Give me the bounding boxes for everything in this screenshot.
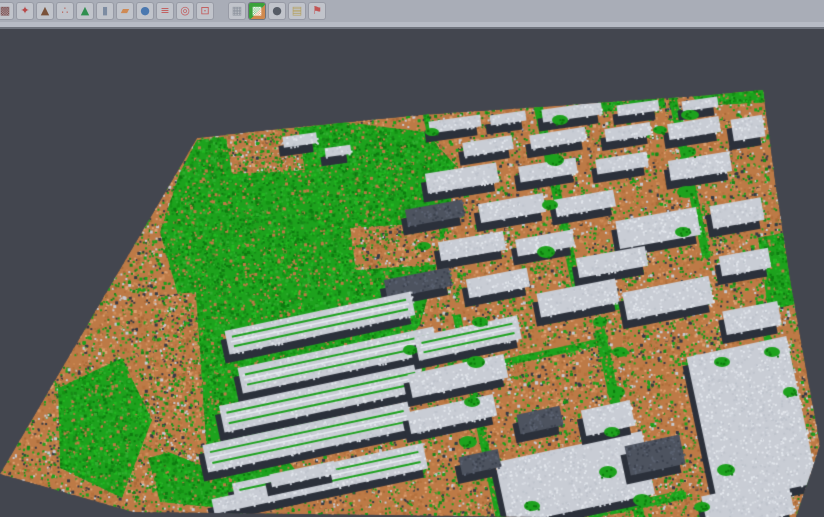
measure-area-icon[interactable]: ▤ [289, 3, 305, 19]
classification-display-icon[interactable]: ▩ [249, 3, 265, 19]
classify-points-icon[interactable]: ✦ [17, 3, 33, 19]
classify-points-glyph: ✦ [20, 4, 29, 17]
point-cloud-icon[interactable]: ▩ [0, 3, 13, 19]
circle-select-glyph: ◎ [180, 4, 190, 17]
classification-display-glyph: ▩ [252, 4, 262, 17]
scatter-points-icon[interactable]: ∴ [57, 3, 73, 19]
filter-grid-icon[interactable]: ▦ [229, 3, 245, 19]
flag-marker-glyph: ⚑ [312, 4, 322, 17]
globe-view-icon[interactable]: ● [137, 3, 153, 19]
point-cloud-glyph: ▩ [0, 4, 10, 17]
render-sphere-glyph: ● [272, 4, 282, 17]
profile-tool-icon[interactable]: ≡ [157, 3, 173, 19]
ortho-image-icon[interactable]: ▰ [117, 3, 133, 19]
scatter-points-glyph: ∴ [62, 4, 69, 17]
globe-view-glyph: ● [140, 4, 150, 17]
rect-select-glyph: ⊡ [200, 4, 209, 17]
render-sphere-icon[interactable]: ● [269, 3, 285, 19]
surface-model-icon[interactable]: ▲ [77, 3, 93, 19]
side-panel-icon[interactable]: ▮ [97, 3, 113, 19]
side-panel-glyph: ▮ [102, 4, 108, 17]
filter-grid-glyph: ▦ [232, 4, 242, 17]
circle-select-icon[interactable]: ◎ [177, 3, 193, 19]
terrain-model-icon[interactable]: ▲ [37, 3, 53, 19]
main-toolbar: ▩ ✦ ▲ ∴ ▲ ▮ ▰ ● ≡ ◎ ⊡ ▦ ▩ ● ▤ ⚑ [0, 0, 824, 24]
terrain-model-glyph: ▲ [41, 4, 49, 17]
ortho-image-glyph: ▰ [121, 4, 129, 17]
surface-model-glyph: ▲ [81, 4, 89, 17]
toolbar-border [0, 27, 824, 29]
measure-area-glyph: ▤ [292, 4, 302, 17]
flag-marker-icon[interactable]: ⚑ [309, 3, 325, 19]
rect-select-icon[interactable]: ⊡ [197, 3, 213, 19]
application-window: ▩ ✦ ▲ ∴ ▲ ▮ ▰ ● ≡ ◎ ⊡ ▦ ▩ ● ▤ ⚑ [0, 0, 824, 517]
viewport-3d-point-cloud[interactable] [0, 0, 824, 517]
profile-tool-glyph: ≡ [160, 4, 169, 17]
